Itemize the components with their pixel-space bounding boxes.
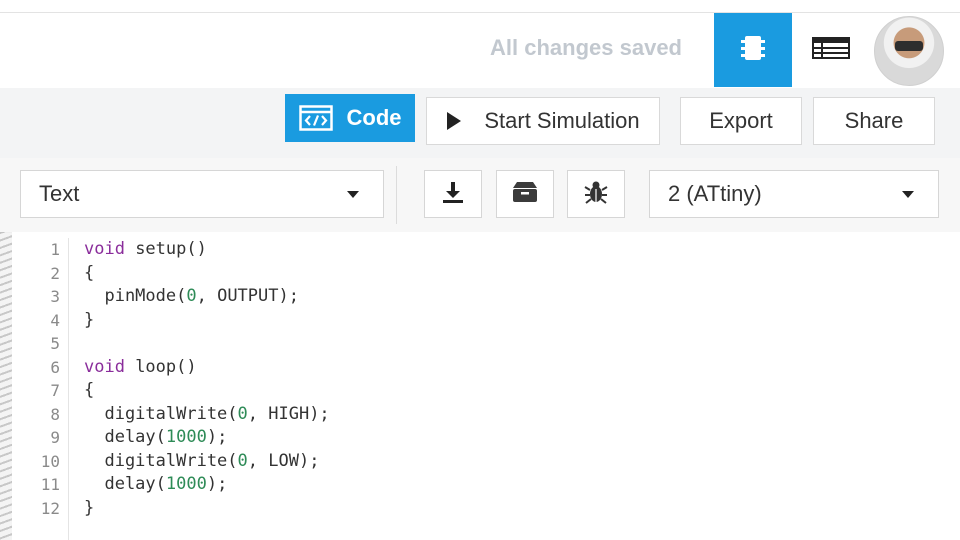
debugger-button[interactable] (567, 170, 625, 218)
code-text: delay( (84, 474, 166, 494)
line-number: 7 (50, 381, 60, 400)
code-keyword: void (84, 239, 125, 259)
main-toolbar: Code Start Simulation Export Share (0, 88, 960, 159)
code-button-label: Code (346, 105, 402, 130)
code-text: delay( (84, 427, 166, 447)
code-text: } (84, 497, 95, 518)
line-number: 9 (50, 428, 60, 447)
editor-controls: Text 2 (ATtiny) (0, 158, 960, 233)
start-simulation-button[interactable]: Start Simulation (426, 97, 660, 145)
editor-mode-select[interactable]: Text (20, 170, 384, 218)
code-number: 0 (237, 403, 248, 424)
code-number: 0 (186, 286, 197, 306)
circuit-view-icon (740, 33, 766, 68)
line-number: 2 (50, 263, 60, 283)
line-number: 1 (50, 240, 60, 259)
code-line: digitalWrite(0, HIGH); (84, 403, 330, 427)
code-line: delay(1000); (84, 473, 330, 497)
code-text: , OUTPUT); (196, 286, 299, 306)
board-select-value: 2 (ATtiny) (668, 181, 762, 206)
divider (396, 166, 397, 224)
code-text: , LOW); (247, 450, 320, 471)
code-line: void setup() (84, 238, 330, 262)
libraries-button[interactable] (496, 170, 554, 218)
code-editor[interactable]: 1 2 3 4 5 6 7 8 9 10 11 12 void setup(){ pinMode(0,… (12, 232, 960, 540)
code-line: delay(1000); (84, 426, 330, 450)
library-box-icon (512, 181, 538, 208)
code-keyword: void (84, 356, 125, 377)
start-simulation-label: Start Simulation (484, 108, 640, 133)
code-line: } (84, 309, 330, 333)
save-status: All changes saved (490, 35, 682, 60)
code-text: pinMode( (84, 286, 187, 306)
code-text: loop() (124, 356, 197, 377)
export-button[interactable]: Export (680, 97, 802, 145)
code-text: { (84, 262, 95, 283)
board-select[interactable]: 2 (ATtiny) (649, 170, 939, 218)
share-label: Share (844, 108, 904, 133)
code-text: digitalWrite( (84, 403, 238, 424)
chevron-down-icon (902, 191, 914, 198)
component-list-icon (812, 36, 850, 64)
code-text: ); (206, 474, 228, 494)
download-code-button[interactable] (424, 170, 482, 218)
code-line: } (84, 497, 330, 521)
code-text: ); (206, 427, 228, 447)
code-line: { (84, 262, 330, 286)
editor-mode-value: Text (39, 181, 80, 206)
circuit-canvas-edge (0, 232, 12, 540)
circuit-view-button[interactable] (714, 13, 792, 87)
line-number: 10 (40, 451, 60, 471)
code-number: 1000 (165, 427, 207, 447)
line-number: 11 (40, 475, 60, 494)
code-text: , HIGH); (247, 403, 330, 424)
code-text: { (84, 380, 95, 400)
code-line: digitalWrite(0, LOW); (84, 450, 330, 474)
code-window-icon (298, 105, 333, 131)
top-header: All changes saved (0, 12, 960, 90)
line-number: 8 (50, 404, 60, 424)
code-line: pinMode(0, OUTPUT); (84, 285, 330, 309)
line-number: 6 (50, 357, 60, 377)
play-icon (446, 111, 462, 131)
code-number: 1000 (165, 474, 207, 494)
component-list-button[interactable] (792, 13, 870, 87)
code-text: digitalWrite( (84, 450, 238, 471)
code-button[interactable]: Code (285, 94, 415, 142)
code-line: void loop() (84, 356, 330, 380)
code-line: { (84, 379, 330, 403)
download-icon (442, 181, 464, 208)
code-number: 0 (237, 450, 248, 471)
export-label: Export (709, 108, 773, 133)
line-number: 3 (50, 287, 60, 306)
chevron-down-icon (347, 191, 359, 198)
line-number: 4 (50, 310, 60, 330)
code-text: } (84, 309, 95, 330)
line-number: 5 (50, 334, 60, 353)
line-number: 12 (40, 498, 60, 518)
share-button[interactable]: Share (813, 97, 935, 145)
code-text-area[interactable]: void setup(){ pinMode(0, OUTPUT);} void l… (84, 238, 330, 520)
user-avatar[interactable] (874, 16, 944, 86)
code-text: setup() (124, 239, 207, 259)
line-number-gutter: 1 2 3 4 5 6 7 8 9 10 11 12 (12, 238, 69, 540)
bug-icon (584, 180, 608, 209)
